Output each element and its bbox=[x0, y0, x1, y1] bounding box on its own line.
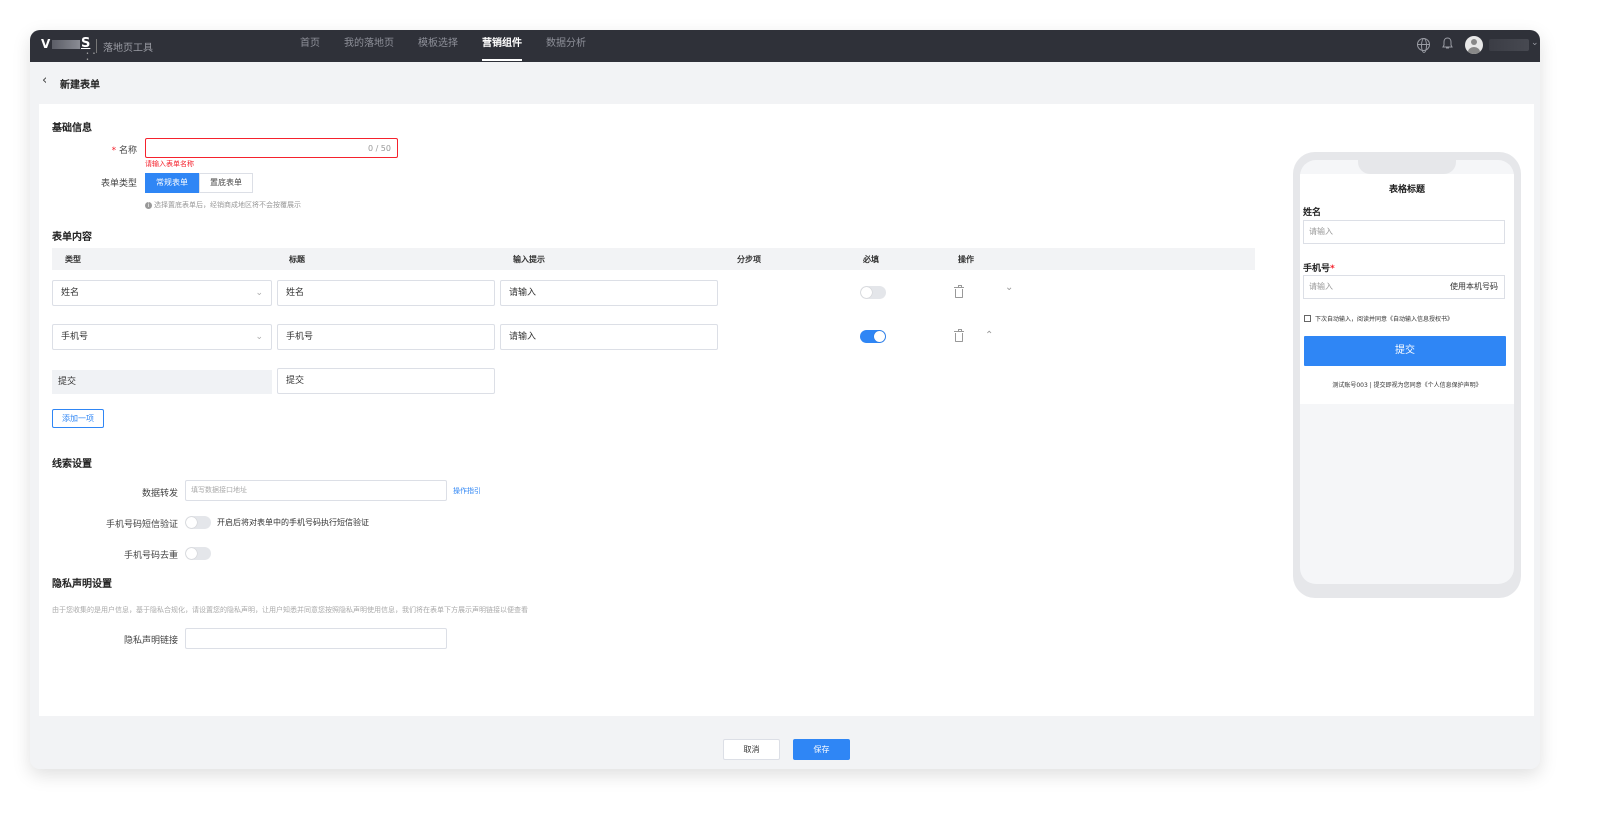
trash-icon[interactable] bbox=[954, 285, 964, 298]
preview-form: 表格标题 姓名 请输入 手机号* 请输入 使用本机号码 下次自动输入，阅读并同意… bbox=[1300, 174, 1514, 404]
logo-v: V bbox=[41, 37, 51, 51]
name-label-text: 名称 bbox=[118, 146, 137, 156]
preview-phone-input[interactable]: 请输入 使用本机号码 bbox=[1303, 275, 1505, 299]
auto-fill-checkbox[interactable] bbox=[1304, 315, 1311, 322]
data-forward-label: 数据转发 bbox=[141, 489, 178, 499]
data-forward-input[interactable]: 填写数据接口地址 bbox=[185, 480, 447, 501]
nav-item-home[interactable]: 首页 bbox=[300, 30, 320, 62]
logo-divider bbox=[96, 39, 97, 53]
cancel-button[interactable]: 取消 bbox=[723, 739, 780, 760]
name-input[interactable]: 0 / 50 bbox=[145, 138, 398, 158]
footer-action-bar: 取消 保存 bbox=[30, 716, 1540, 769]
form-type-hint: i 选择置底表单后，经销商成地区将不会按覆展示 bbox=[145, 200, 301, 210]
logo-s: S bbox=[81, 36, 91, 51]
row-required-toggle[interactable] bbox=[860, 286, 886, 299]
form-type-label: 表单类型 bbox=[100, 179, 137, 189]
use-my-number-button[interactable]: 使用本机号码 bbox=[1450, 276, 1498, 298]
chevron-up-icon[interactable]: ⌃ bbox=[985, 330, 993, 341]
submit-row-type: 提交 bbox=[52, 370, 272, 394]
add-item-button[interactable]: 添加一项 bbox=[52, 409, 104, 428]
name-label: * 名称 bbox=[99, 143, 137, 156]
row-type-value: 姓名 bbox=[61, 288, 80, 298]
globe-icon[interactable] bbox=[1417, 38, 1430, 53]
save-button[interactable]: 保存 bbox=[793, 739, 850, 760]
avatar[interactable] bbox=[1465, 36, 1483, 54]
sms-verify-toggle[interactable] bbox=[185, 516, 211, 529]
phone-preview: 表格标题 姓名 请输入 手机号* 请输入 使用本机号码 下次自动输入，阅读并同意… bbox=[1293, 152, 1521, 598]
privacy-link-label: 隐私声明链接 bbox=[123, 636, 178, 646]
chevron-down-icon: ⌄ bbox=[255, 332, 263, 342]
auto-fill-text: 下次自动输入，阅读并同意《自动输入信息授权书》 bbox=[1315, 316, 1454, 323]
row-placeholder-input[interactable]: 请输入 bbox=[500, 324, 718, 350]
nav-item-data-analysis[interactable]: 数据分析 bbox=[546, 30, 586, 62]
col-header-required: 必填 bbox=[863, 255, 879, 264]
dedupe-label: 手机号码去重 bbox=[123, 551, 178, 561]
phone-notch bbox=[1358, 160, 1456, 174]
row-placeholder-input[interactable]: 请输入 bbox=[500, 280, 718, 306]
required-mark: * bbox=[111, 146, 117, 156]
username-redacted[interactable] bbox=[1489, 39, 1529, 51]
form-type-regular-button[interactable]: 常规表单 bbox=[145, 173, 199, 193]
privacy-link-input[interactable] bbox=[185, 628, 447, 649]
row-required-toggle[interactable] bbox=[860, 330, 886, 343]
back-icon[interactable]: ‹ bbox=[42, 74, 47, 88]
col-header-title: 标题 bbox=[289, 255, 305, 264]
nav-item-my-pages[interactable]: 我的落地页 bbox=[344, 30, 394, 62]
sms-verify-description: 开启后将对表单中的手机号码执行短信验证 bbox=[217, 518, 369, 527]
content-table-header: 类型 标题 输入提示 分步项 必填 操作 bbox=[52, 248, 1255, 270]
trash-icon[interactable] bbox=[954, 329, 964, 342]
section-title-basic: 基础信息 bbox=[52, 123, 92, 134]
form-type-bottom-button[interactable]: 置底表单 bbox=[199, 173, 253, 193]
preview-name-label: 姓名 bbox=[1303, 208, 1322, 218]
row-type-value: 手机号 bbox=[61, 332, 89, 342]
page-header: ‹ 新建表单 bbox=[30, 62, 1540, 102]
row-title-input[interactable]: 手机号 bbox=[277, 324, 495, 350]
top-navbar: V S • • • 落地页工具 首页 我的落地页 模板选择 营销组件 数据分析 … bbox=[30, 30, 1540, 63]
section-title-privacy: 隐私声明设置 bbox=[52, 579, 112, 590]
row-type-select[interactable]: 手机号 ⌄ bbox=[52, 324, 272, 350]
logo[interactable]: V S • • • bbox=[41, 36, 99, 63]
preview-phone-placeholder: 请输入 bbox=[1309, 282, 1333, 291]
required-mark: * bbox=[1330, 264, 1335, 274]
chevron-down-icon[interactable]: ⌄ bbox=[1005, 282, 1013, 293]
chevron-down-icon: ⌄ bbox=[255, 288, 263, 298]
col-header-type: 类型 bbox=[65, 255, 81, 264]
preview-form-title: 表格标题 bbox=[1388, 185, 1425, 195]
privacy-description: 由于您收集的是用户信息，基于隐私合规化，请设置您的隐私声明，让用户知悉并同意您按… bbox=[52, 606, 528, 614]
page-title: 新建表单 bbox=[60, 80, 100, 91]
phone-screen: 表格标题 姓名 请输入 手机号* 请输入 使用本机号码 下次自动输入，阅读并同意… bbox=[1300, 160, 1514, 584]
col-header-placeholder: 输入提示 bbox=[513, 255, 545, 264]
row-type-select[interactable]: 姓名 ⌄ bbox=[52, 280, 272, 306]
app-window: V S • • • 落地页工具 首页 我的落地页 模板选择 营销组件 数据分析 … bbox=[30, 30, 1540, 769]
nav-item-marketing-components[interactable]: 营销组件 bbox=[482, 30, 522, 62]
preview-name-input[interactable]: 请输入 bbox=[1303, 220, 1505, 244]
col-header-actions: 操作 bbox=[958, 255, 974, 264]
operation-guide-link[interactable]: 操作指引 bbox=[453, 486, 481, 496]
form-type-hint-text: 选择置底表单后，经销商成地区将不会按覆展示 bbox=[154, 201, 301, 209]
chevron-down-icon[interactable]: ⌄ bbox=[1531, 38, 1539, 48]
nav-item-templates[interactable]: 模板选择 bbox=[418, 30, 458, 62]
submit-row-title-input[interactable]: 提交 bbox=[277, 368, 495, 394]
col-header-step: 分步项 bbox=[737, 255, 761, 264]
app-name: 落地页工具 bbox=[103, 43, 153, 54]
row-title-input[interactable]: 姓名 bbox=[277, 280, 495, 306]
name-char-counter: 0 / 50 bbox=[367, 144, 391, 153]
logo-redacted bbox=[52, 40, 80, 49]
dedupe-toggle[interactable] bbox=[185, 547, 211, 560]
form-editor-card: 基础信息 * 名称 0 / 50 请输入表单名称 表单类型 常规表单 置底表单 … bbox=[39, 104, 1534, 716]
preview-footer-text: 测试账号003 | 提交即视为您同意《个人信息保护声明》 bbox=[1332, 382, 1482, 389]
bell-icon[interactable] bbox=[1442, 37, 1453, 53]
preview-phone-label: 手机号* bbox=[1303, 261, 1335, 274]
section-title-content: 表单内容 bbox=[52, 232, 92, 243]
info-icon: i bbox=[145, 202, 152, 209]
preview-phone-label-text: 手机号 bbox=[1303, 264, 1331, 274]
main-nav: 首页 我的落地页 模板选择 营销组件 数据分析 bbox=[300, 30, 610, 62]
section-title-leads: 线索设置 bbox=[52, 459, 92, 470]
top-right-tools: ⌄ bbox=[1400, 30, 1540, 62]
preview-submit-button[interactable]: 提交 bbox=[1304, 336, 1506, 366]
sms-verify-label: 手机号码短信验证 bbox=[105, 520, 178, 530]
name-error-message: 请输入表单名称 bbox=[145, 160, 194, 168]
form-type-selector: 常规表单 置底表单 bbox=[145, 173, 253, 193]
